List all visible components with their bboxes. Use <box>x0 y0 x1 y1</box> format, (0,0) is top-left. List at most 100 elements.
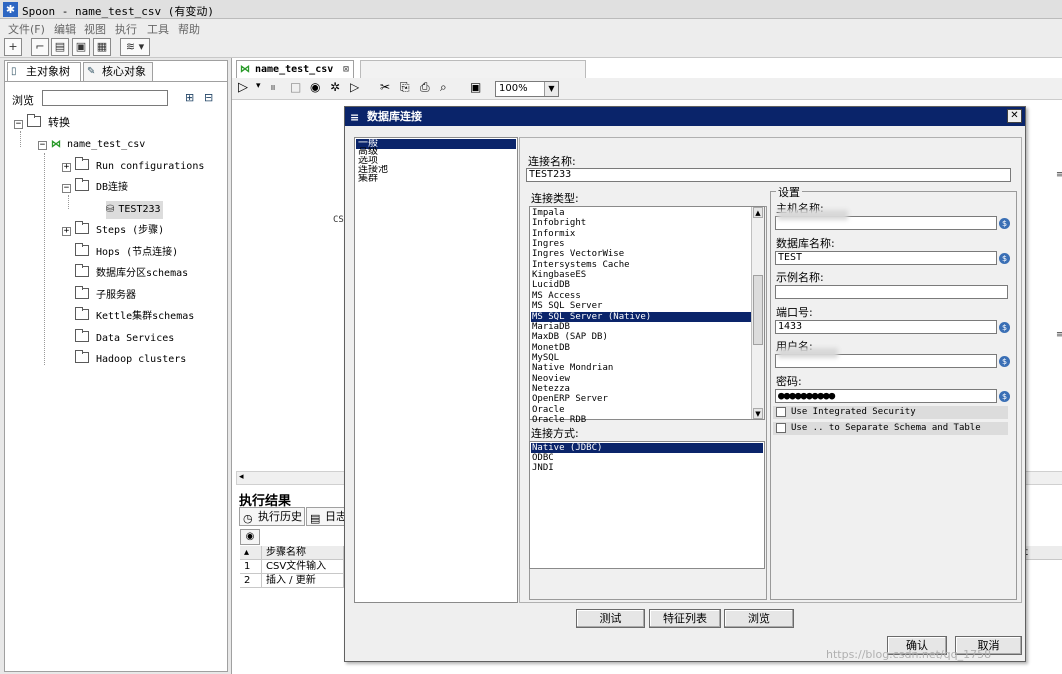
save-icon[interactable]: ▣ <box>72 38 90 56</box>
connection-type-item[interactable]: MariaDB <box>531 322 752 332</box>
scroll-up-icon[interactable]: ▲ <box>753 207 763 218</box>
connection-type-item[interactable]: Neoview <box>531 374 752 384</box>
tab-name-test-csv[interactable]: ⋈ name_test_csv ⊠ <box>236 60 354 78</box>
tree-node-db-test233[interactable]: ⛁ TEST233 <box>106 201 163 219</box>
connection-type-item[interactable]: OpenERP Server <box>531 394 752 404</box>
connection-type-item[interactable]: Netezza <box>531 384 752 394</box>
pause-icon[interactable]: ⏸ <box>270 80 276 95</box>
connection-type-item[interactable]: LucidDB <box>531 280 752 290</box>
expand-icon[interactable]: + <box>62 163 71 172</box>
instance-name-input[interactable] <box>775 285 1008 299</box>
close-icon[interactable]: ✕ <box>1007 109 1022 123</box>
test-button[interactable]: 测试 <box>576 609 645 628</box>
connection-type-item[interactable]: KingbaseES <box>531 270 752 280</box>
scroll-left-icon[interactable]: ◂ <box>239 472 244 482</box>
connection-type-item[interactable]: Infobright <box>531 218 752 228</box>
collapse-all-icon[interactable]: ⊟ <box>204 91 213 104</box>
connection-name-input[interactable]: TEST233 <box>526 168 1011 182</box>
access-type-jndi[interactable]: JNDI <box>531 463 763 473</box>
zoom-select[interactable]: 100% ▼ <box>495 81 559 97</box>
scroll-down-icon[interactable]: ▼ <box>753 408 763 419</box>
tree-node-run-configurations[interactable]: + Run configurations <box>62 157 204 176</box>
replay-icon[interactable]: ▷ <box>350 80 359 94</box>
tree-node-cluster-schemas[interactable]: Kettle集群schemas <box>75 307 194 326</box>
menu-file[interactable]: 文件(F) <box>8 21 45 37</box>
access-type-list[interactable]: Native (JDBC) ODBC JNDI <box>529 441 765 569</box>
impact-icon[interactable]: ⎘ <box>400 80 410 95</box>
grid-cell-step-name[interactable]: 插入 / 更新 <box>262 574 344 588</box>
connection-type-item[interactable]: MS SQL Server <box>531 301 752 311</box>
scroll-thumb[interactable] <box>753 275 763 345</box>
tree-node-transformation[interactable]: − ⋈ name_test_csv <box>38 136 145 154</box>
access-type-native-jdbc[interactable]: Native (JDBC) <box>531 443 763 453</box>
run-options-icon[interactable]: ▾ <box>256 81 261 91</box>
tab-log[interactable]: ▤ 日志 <box>306 507 348 526</box>
explore-db-icon[interactable]: ⌕ <box>440 80 447 95</box>
perspective-layers-icon[interactable]: ≋ ▾ <box>120 38 150 56</box>
nav-item-clustering[interactable]: 集群 <box>356 174 516 184</box>
open-file-icon[interactable]: ⌐ <box>31 38 49 56</box>
tree-node-partition-schemas[interactable]: 数据库分区schemas <box>75 264 188 283</box>
sql-icon[interactable]: ⎙ <box>420 80 430 95</box>
collapse-icon[interactable]: − <box>38 141 47 150</box>
port-input[interactable]: 1433 <box>775 320 997 334</box>
tab-blurred[interactable] <box>360 60 586 78</box>
stop-icon[interactable]: □ <box>290 80 301 94</box>
tab-execution-history[interactable]: ◷ 执行历史 <box>239 507 305 526</box>
tab-main-object-tree[interactable]: ▯ 主对象树 <box>7 62 81 81</box>
preview-icon[interactable]: ◉ <box>310 80 320 94</box>
tree-node-hadoop-clusters[interactable]: Hadoop clusters <box>75 350 186 369</box>
tree-node-transform-root[interactable]: − 转换 <box>14 114 70 132</box>
variable-icon[interactable]: $ <box>999 253 1010 264</box>
feature-list-button[interactable]: 特征列表 <box>649 609 721 628</box>
verify-icon[interactable]: ✂ <box>380 80 390 94</box>
tree-node-hops[interactable]: Hops (节点连接) <box>75 243 178 262</box>
explore-repo-icon[interactable]: ▤ <box>51 38 69 56</box>
connection-type-item[interactable]: MaxDB (SAP DB) <box>531 332 752 342</box>
tree-node-steps[interactable]: + Steps (步骤) <box>62 221 164 240</box>
new-file-icon[interactable]: + <box>4 38 22 56</box>
integrated-security-checkbox[interactable] <box>776 407 786 417</box>
expand-all-icon[interactable]: ⊞ <box>185 91 194 104</box>
grid-header-step-name[interactable]: 步骤名称 <box>262 546 344 560</box>
collapse-icon[interactable]: − <box>14 120 23 129</box>
collapse-icon[interactable]: − <box>62 184 71 193</box>
connection-type-item[interactable]: Native Mondrian <box>531 363 752 373</box>
separate-schema-checkbox[interactable] <box>776 423 786 433</box>
tree-node-slave-servers[interactable]: 子服务器 <box>75 286 136 305</box>
variable-icon[interactable]: $ <box>999 218 1010 229</box>
browse-search-input[interactable] <box>42 90 168 106</box>
variable-icon[interactable]: $ <box>999 391 1010 402</box>
explore-button[interactable]: 浏览 <box>724 609 794 628</box>
debug-icon[interactable]: ✲ <box>330 80 340 94</box>
connection-type-item[interactable]: Oracle <box>531 405 752 415</box>
show-results-icon[interactable]: ▣ <box>470 80 481 94</box>
separate-schema-checkbox-row[interactable]: Use .. to Separate Schema and Table <box>773 422 1008 435</box>
tree-node-db-connections[interactable]: − DB连接 <box>62 178 128 197</box>
eye-icon[interactable]: ◉ <box>240 529 260 545</box>
connection-type-item[interactable]: Informix <box>531 229 752 239</box>
tab-core-objects[interactable]: ✎ 核心对象 <box>83 62 153 81</box>
password-input[interactable]: ●●●●●●●●●● <box>775 389 997 403</box>
variable-icon[interactable]: $ <box>999 322 1010 333</box>
database-name-input[interactable]: TEST <box>775 251 997 265</box>
access-type-odbc[interactable]: ODBC <box>531 453 763 463</box>
connection-type-item[interactable]: MS Access <box>531 291 752 301</box>
close-tab-icon[interactable]: ⊠ <box>343 61 349 78</box>
save-as-icon[interactable]: ▦ <box>93 38 111 56</box>
menu-run[interactable]: 执行 <box>115 21 137 37</box>
connection-type-item[interactable]: Ingres VectorWise <box>531 249 752 259</box>
connection-type-item[interactable]: Intersystems Cache <box>531 260 752 270</box>
connection-type-item[interactable]: Impala <box>531 208 752 218</box>
variable-icon[interactable]: $ <box>999 356 1010 367</box>
tree-node-data-services[interactable]: Data Services <box>75 329 174 348</box>
grid-cell-step-name[interactable]: CSV文件输入 <box>262 560 344 574</box>
menu-tools[interactable]: 工具 <box>147 21 169 37</box>
connection-type-item[interactable]: Oracle RDB <box>531 415 752 425</box>
connection-type-item[interactable]: Ingres <box>531 239 752 249</box>
connection-type-scrollbar[interactable]: ▲ ▼ <box>751 207 764 419</box>
menu-edit[interactable]: 编辑 <box>54 21 76 37</box>
expand-icon[interactable]: + <box>62 227 71 236</box>
connection-type-item[interactable]: MySQL <box>531 353 752 363</box>
run-icon[interactable]: ▷ <box>238 80 248 95</box>
